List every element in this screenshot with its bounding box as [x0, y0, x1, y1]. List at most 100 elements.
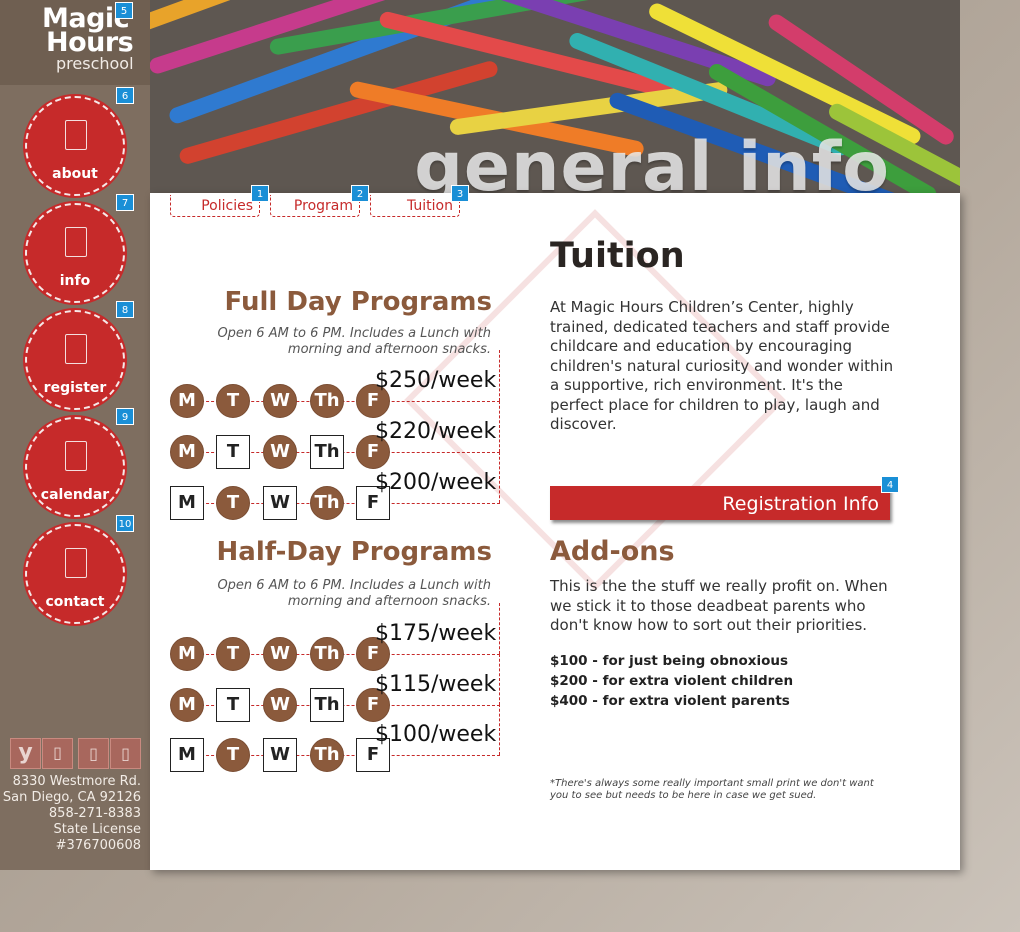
price-label: $250/week [375, 368, 497, 393]
badge-calendar: 9 [116, 408, 134, 425]
nav-register-label: register [43, 380, 107, 396]
badge-logo: 5 [115, 2, 133, 19]
fee-item: $200 - for extra violent children [550, 673, 794, 689]
license-number: #376700608 [55, 838, 141, 853]
nav-about-label: about [52, 166, 98, 182]
day-w-included: W [263, 637, 297, 671]
nav-info-label: info [59, 273, 91, 289]
badge-tuition: 3 [451, 185, 469, 202]
badge-policies: 1 [251, 185, 269, 202]
row-connector-vline [499, 603, 500, 654]
fine-print: *There's always some really important sm… [550, 778, 874, 801]
row-connector-vline [499, 350, 500, 401]
twitter-icon[interactable]: ▯ [78, 738, 109, 769]
badge-contact: 10 [116, 515, 134, 532]
full-day-title: Full Day Programs [224, 287, 492, 317]
day-th-included: Th [310, 738, 344, 772]
badge-info: 7 [116, 194, 134, 211]
price-label: $100/week [375, 722, 497, 747]
tab-policies[interactable]: Policies [170, 195, 260, 217]
phone-icon [65, 548, 87, 578]
nav-contact-label: contact [45, 594, 105, 610]
day-m-included: M [170, 688, 204, 722]
address-block: 8330 Westmore Rd. San Diego, CA 92126 85… [0, 774, 141, 854]
day-th-excluded: Th [310, 688, 344, 722]
day-t-included: T [216, 738, 250, 772]
nav-calendar-button[interactable]: calendar [25, 417, 125, 517]
tuition-title: Tuition [550, 236, 685, 276]
half-day-subtitle-2: morning and afternoon snacks. [287, 594, 491, 609]
day-t-included: T [216, 486, 250, 520]
day-m-excluded: M [170, 738, 204, 772]
full-day-subtitle-1: Open 6 AM to 6 PM. Includes a Lunch with [217, 326, 491, 341]
badge-register: 8 [116, 301, 134, 318]
facebook-glyph: ▯ [53, 743, 62, 762]
yelp-glyph: y [18, 740, 33, 765]
full-day-row: M T W Th F $250/week [170, 350, 500, 418]
pencil-icon [65, 334, 87, 364]
half-day-subtitle-1: Open 6 AM to 6 PM. Includes a Lunch with [217, 578, 491, 593]
day-t-excluded: T [216, 688, 250, 722]
day-t-included: T [216, 384, 250, 418]
address-city: San Diego, CA 92126 [2, 790, 141, 805]
nav-about-button[interactable]: about [25, 96, 125, 196]
addons-title: Add-ons [550, 536, 675, 567]
day-w-included: W [263, 688, 297, 722]
badge-registration: 4 [881, 476, 899, 493]
row-connector-vline [499, 704, 500, 755]
day-m-included: M [170, 637, 204, 671]
day-w-excluded: W [263, 738, 297, 772]
rss-icon[interactable]: ▯ [110, 738, 141, 769]
nav-calendar-label: calendar [40, 487, 110, 503]
full-day-row: M T W Th F $220/week [170, 401, 500, 469]
row-connector-vline [499, 401, 500, 452]
tab-tuition[interactable]: Tuition [370, 195, 460, 217]
nav-contact-button[interactable]: contact [25, 524, 125, 624]
day-w-included: W [263, 384, 297, 418]
info-person-icon [65, 120, 87, 150]
address-street: 8330 Westmore Rd. [12, 774, 141, 789]
tuition-body: At Magic Hours Children’s Center, highly… [550, 298, 894, 433]
row-connector-vline [499, 452, 500, 503]
half-day-title: Half-Day Programs [216, 537, 492, 567]
half-day-row: M T W Th F $115/week [170, 654, 500, 722]
license-label: State License [53, 822, 141, 837]
facebook-icon[interactable]: ▯ [42, 738, 73, 769]
day-m-included: M [170, 435, 204, 469]
addons-body: This is the the stuff we really profit o… [550, 577, 888, 634]
twitter-glyph: ▯ [89, 744, 98, 763]
calendar-icon [65, 441, 87, 471]
price-label: $220/week [375, 419, 497, 444]
day-t-excluded: T [216, 435, 250, 469]
day-th-included: Th [310, 486, 344, 520]
half-day-row: M T W Th F $175/week [170, 603, 500, 671]
full-day-subtitle-2: morning and afternoon snacks. [287, 342, 491, 357]
day-th-included: Th [310, 637, 344, 671]
day-th-included: Th [310, 384, 344, 418]
hero-title: general info [414, 128, 890, 193]
fee-item: $100 - for just being obnoxious [550, 653, 789, 669]
nav-info-button[interactable]: info [25, 203, 125, 303]
price-label: $200/week [375, 470, 497, 495]
nav-register-button[interactable]: register [25, 310, 125, 410]
day-m-excluded: M [170, 486, 204, 520]
badge-program: 2 [351, 185, 369, 202]
tab-program[interactable]: Program [270, 195, 360, 217]
sidebar: Magic Hours preschool 5 about 6 info 7 r… [0, 0, 150, 870]
yelp-icon[interactable]: y [10, 738, 41, 769]
price-label: $175/week [375, 621, 497, 646]
day-w-included: W [263, 435, 297, 469]
day-t-included: T [216, 637, 250, 671]
fee-item: $400 - for extra violent parents [550, 693, 790, 709]
logo-line-3: preschool [56, 54, 134, 73]
registration-info-button[interactable]: Registration Info [550, 486, 890, 520]
document-icon [65, 227, 87, 257]
badge-about: 6 [116, 87, 134, 104]
price-label: $115/week [375, 672, 497, 697]
hero-banner: general info [150, 0, 960, 193]
address-phone: 858-271-8383 [48, 806, 141, 821]
row-connector-vline [499, 654, 500, 705]
full-day-row: M T W Th F $200/week [170, 452, 500, 520]
half-day-row: M T W Th F $100/week [170, 704, 500, 772]
day-th-excluded: Th [310, 435, 344, 469]
